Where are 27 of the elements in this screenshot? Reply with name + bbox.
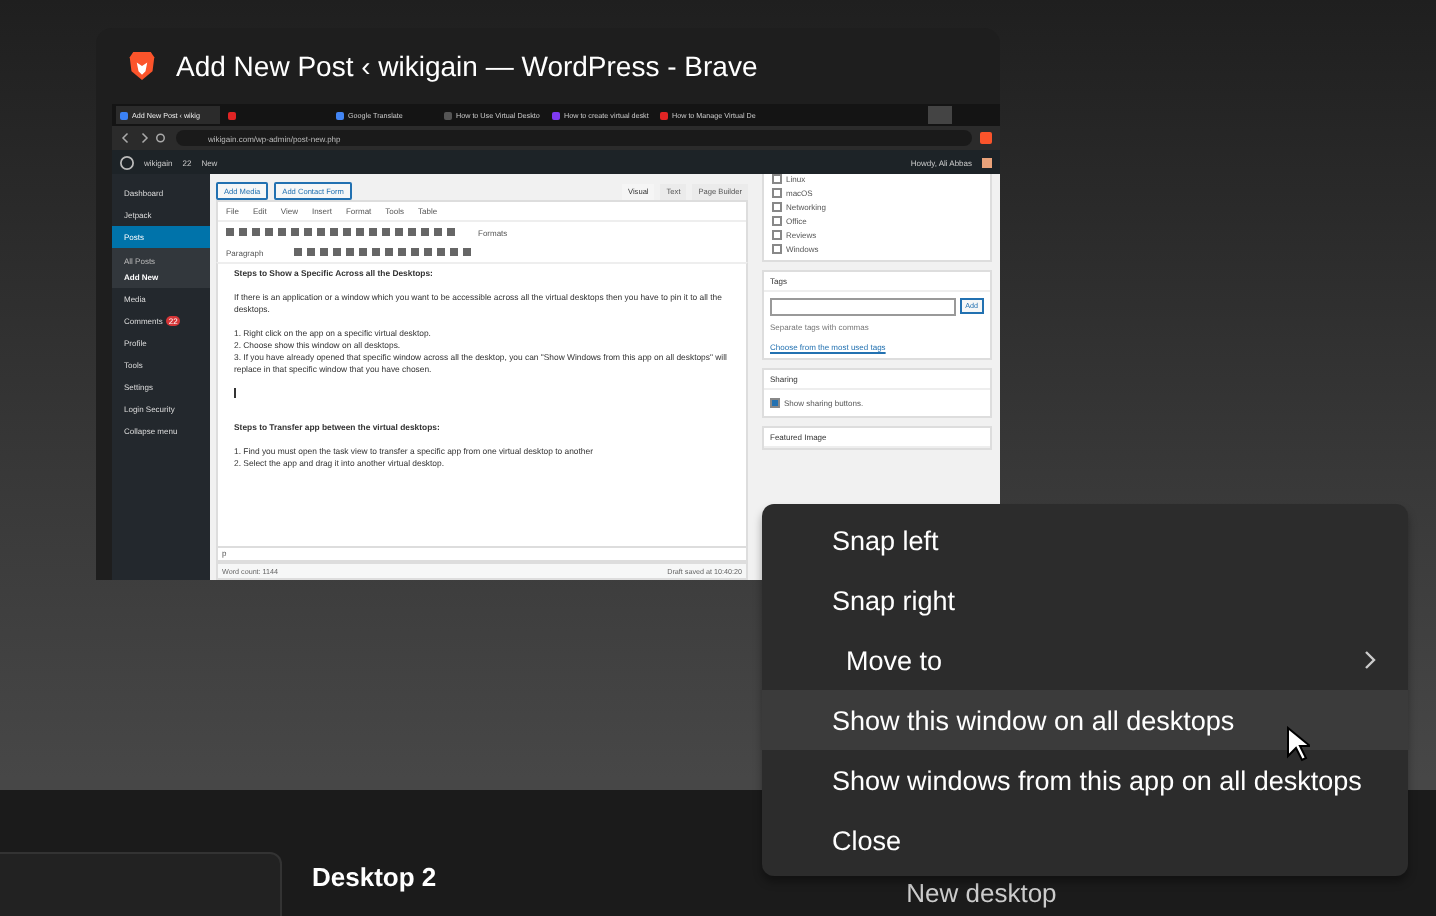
navigation-icon[interactable] <box>120 132 168 144</box>
menu-item[interactable]: Show this window on all desktops <box>762 690 1408 750</box>
tag-input[interactable] <box>770 298 956 316</box>
checkbox[interactable] <box>772 202 782 212</box>
window-thumbnail[interactable] <box>96 28 1000 580</box>
desktop-label[interactable]: Desktop 2 <box>312 862 437 892</box>
new-desktop-label[interactable]: New desktop <box>906 878 1057 908</box>
checkbox[interactable] <box>772 174 782 184</box>
checkbox[interactable] <box>772 188 782 198</box>
formatting-toolbar-icon[interactable] <box>294 246 474 258</box>
checkbox[interactable] <box>772 230 782 240</box>
lion-logo-icon <box>128 50 156 82</box>
chevron-right-icon <box>1364 650 1376 670</box>
menu-item[interactable]: Snap left <box>762 510 1408 570</box>
text-cursor <box>234 388 235 398</box>
mouse-pointer-icon <box>1286 726 1310 762</box>
desktop-tile[interactable] <box>0 852 282 916</box>
checkbox[interactable] <box>772 216 782 226</box>
menu-item[interactable]: Show windows from this app on all desktops <box>762 750 1408 810</box>
menu-item[interactable]: Move to <box>762 630 1408 690</box>
window-title: Add New Post ‹ wikigain — WordPress - Brave <box>176 50 758 82</box>
checkbox[interactable] <box>770 398 780 408</box>
menu-item[interactable]: Snap right <box>762 570 1408 630</box>
wordpress-logo-icon[interactable] <box>120 155 134 169</box>
avatar-icon <box>982 157 992 167</box>
checkbox[interactable] <box>772 244 782 254</box>
menu-item[interactable]: Close <box>762 810 1408 870</box>
